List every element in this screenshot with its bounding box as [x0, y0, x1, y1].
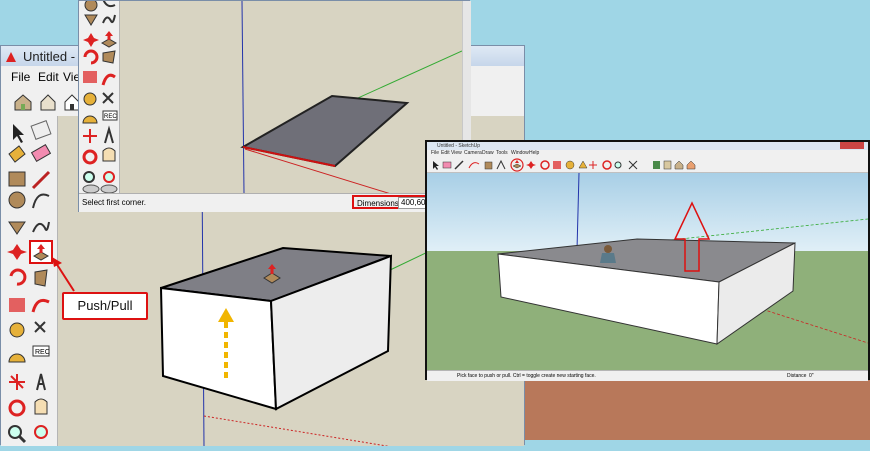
tool-palette-top: REC: [79, 0, 120, 194]
inset-status-text: Pick face to push or pull. Ctrl = toggle…: [457, 373, 596, 379]
sketchup-window-top: REC Select first corner. Dimensions 400,…: [78, 0, 471, 212]
modeling-canvas-top[interactable]: [120, 1, 462, 193]
inset-modeling-canvas[interactable]: [427, 173, 868, 370]
house-top-view-icon[interactable]: [38, 92, 58, 112]
inset-model-scene: [427, 173, 868, 370]
callout-arrow: [52, 257, 75, 292]
inset-menu-edit[interactable]: Edit: [441, 150, 450, 156]
tool-palette-top-icons[interactable]: REC: [79, 0, 119, 194]
inset-title: Untitled - SketchUp: [437, 143, 481, 149]
inset-measurements-label: Distance: [787, 373, 807, 379]
status-text: Select first corner.: [82, 198, 147, 207]
inset-menu-window[interactable]: Window: [511, 150, 529, 156]
inset-status-bar: Pick face to push or pull. Ctrl = toggle…: [427, 370, 868, 381]
sketchup-inset-screenshot: Untitled - SketchUp File Edit View Camer…: [425, 140, 870, 381]
push-pull-callout: Push/Pull: [62, 292, 148, 320]
background-panel: [525, 380, 870, 440]
red-axis: [203, 415, 390, 446]
inset-menu-draw[interactable]: Draw: [482, 150, 494, 156]
inset-toolbar: [427, 158, 868, 173]
inset-toolbar-icons[interactable]: [427, 158, 868, 172]
house-iso-view-icon[interactable]: [13, 92, 33, 112]
inset-menu-file[interactable]: File: [431, 150, 439, 156]
inset-window-controls[interactable]: [840, 142, 864, 149]
sketchup-logo-icon: [5, 50, 17, 62]
rectangle-face-scene: [240, 1, 462, 193]
measurements-label: Dimensions: [357, 199, 399, 208]
svg-text:REC: REC: [104, 114, 117, 120]
menu-edit[interactable]: Edit: [38, 70, 59, 84]
svg-text:REC: REC: [35, 349, 50, 356]
inset-menu-bar: File Edit View Camera Draw Tools Window …: [427, 150, 868, 158]
menu-file[interactable]: File: [11, 70, 30, 84]
box-front-face: [159, 286, 278, 411]
inset-title-bar: Untitled - SketchUp: [427, 142, 868, 150]
inset-menu-camera[interactable]: Camera: [464, 150, 482, 156]
inset-measurements-value[interactable]: 0": [809, 373, 814, 379]
inset-menu-view[interactable]: View: [451, 150, 462, 156]
inset-menu-help[interactable]: Help: [529, 150, 539, 156]
blue-axis: [241, 1, 245, 193]
status-bar: Select first corner. Dimensions 400,600: [79, 193, 469, 212]
tool-palette-icons[interactable]: REC: [1, 116, 57, 446]
inset-menu-tools[interactable]: Tools: [496, 150, 508, 156]
